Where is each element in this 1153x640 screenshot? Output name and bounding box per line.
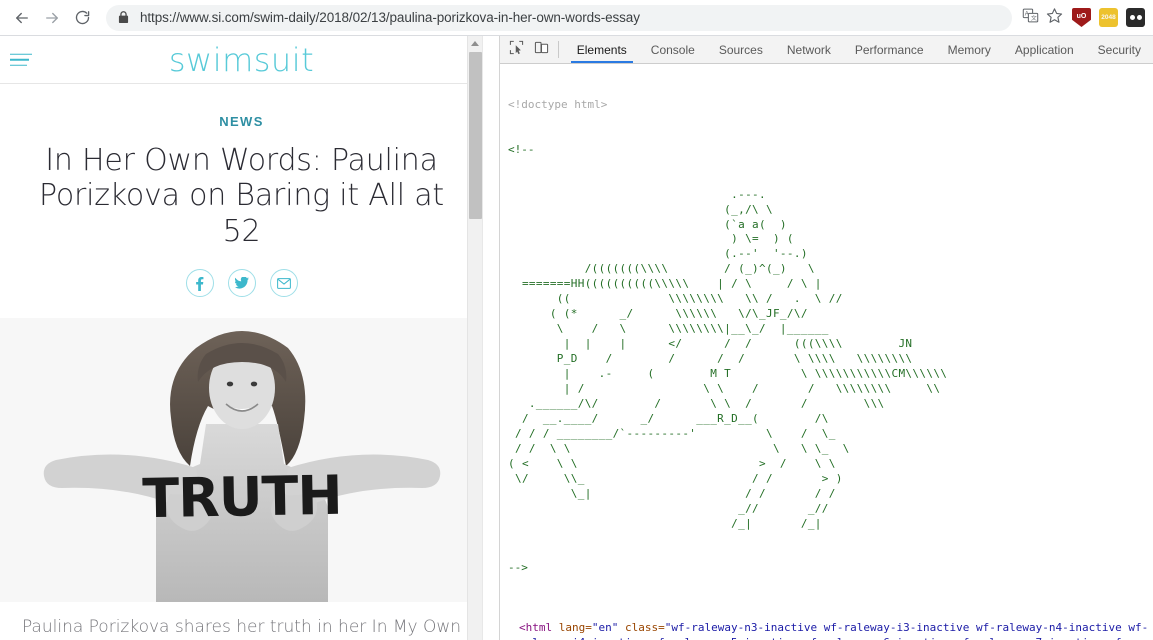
hero-image: TRUTH [0,318,483,603]
back-button[interactable] [8,4,36,32]
reload-button[interactable] [68,4,96,32]
reload-icon [74,9,91,26]
dark-reader-icon [1129,15,1142,20]
device-toolbar-icon [534,40,549,60]
2048-extension[interactable]: 2048 [1099,8,1118,27]
ascii-art-comment: .---. (_,/\ \ (`a a( ) ) \= ) ( (.--' '-… [508,187,948,530]
share-email-button[interactable] [269,269,298,298]
page-scrollbar[interactable] [467,36,482,640]
ublock-origin-extension[interactable]: uO 9 [1072,8,1091,27]
hero-body-text: TRUTH [141,463,342,531]
tab-elements[interactable]: Elements [565,36,639,63]
devtools-toolbar: Elements Console Sources Network Perform… [500,36,1153,64]
tab-console[interactable]: Console [639,36,707,63]
image-caption: Paulina Porizkova shares her truth in he… [21,617,462,638]
toolbar-divider [557,41,559,58]
star-icon [1046,7,1063,29]
2048-label: 2048 [1101,14,1116,21]
tab-application[interactable]: Application [1003,36,1086,63]
site-header: swimsuit [0,36,483,84]
html-open-tag: <html [519,621,553,635]
lock-icon [118,11,129,24]
hamburger-menu-icon[interactable] [10,49,32,70]
url-text[interactable]: https://www.si.com/swim-daily/2018/02/13… [140,10,640,25]
device-toolbar-button[interactable] [529,36,554,63]
tab-performance[interactable]: Performance [843,36,936,63]
share-facebook-button[interactable] [185,269,214,298]
translate-icon: A 文 [1022,7,1039,29]
extension-icons: uO 9 2048 [1072,8,1145,27]
inspect-element-icon [509,40,524,60]
html-lang-value: "en" [591,621,619,635]
devtools-tabs: Elements Console Sources Network Perform… [565,36,1153,63]
back-arrow-icon [13,9,31,27]
svg-text:A: A [1024,11,1028,17]
scroll-up-arrow-icon[interactable] [468,36,482,51]
tab-sources[interactable]: Sources [707,36,775,63]
page-right-gutter [482,36,499,640]
forward-arrow-icon [43,9,61,27]
page-viewport: swimsuit NEWS In Her Own Words: Paulina … [0,36,483,640]
tab-security[interactable]: Security [1086,36,1153,63]
hero-photo-illustration [0,318,483,603]
browser-toolbar: https://www.si.com/swim-daily/2018/02/13… [0,0,1153,36]
comment-open-line[interactable]: <!-- [508,143,1153,158]
elements-tree[interactable]: <!doctype html> <!-- .---. (_,/\ \ (`a a… [500,64,1153,640]
html-lang-attr: lang= [558,621,592,635]
html-class-attr: class= [625,621,665,635]
tab-memory[interactable]: Memory [936,36,1003,63]
scrollbar-thumb[interactable] [469,52,482,219]
ublock-badge: 9 [1087,21,1094,30]
ublock-label: uO [1076,13,1087,20]
share-row [0,269,483,298]
site-logo[interactable]: swimsuit [0,44,483,76]
web-page-pane: swimsuit NEWS In Her Own Words: Paulina … [0,36,500,640]
page-title: In Her Own Words: Paulina Porizkova on B… [39,143,444,249]
svg-text:文: 文 [1030,14,1036,22]
inspect-element-button[interactable] [504,36,529,63]
devtools-panel: Elements Console Sources Network Perform… [500,36,1153,640]
article-kicker[interactable]: NEWS [0,114,483,129]
comment-close-line[interactable]: --> [508,561,1153,576]
address-bar[interactable]: https://www.si.com/swim-daily/2018/02/13… [106,4,1012,31]
translate-button[interactable]: A 文 [1018,6,1042,30]
forward-button[interactable] [38,4,66,32]
share-twitter-button[interactable] [227,269,256,298]
bookmark-button[interactable] [1042,6,1066,30]
main-split: swimsuit NEWS In Her Own Words: Paulina … [0,36,1153,640]
html-element-line[interactable]: <html lang="en" class="wf-raleway-n3-ina… [508,621,1153,640]
dark-reader-extension[interactable] [1126,8,1145,27]
tab-network[interactable]: Network [775,36,843,63]
doctype-line[interactable]: <!doctype html> [508,98,1153,113]
